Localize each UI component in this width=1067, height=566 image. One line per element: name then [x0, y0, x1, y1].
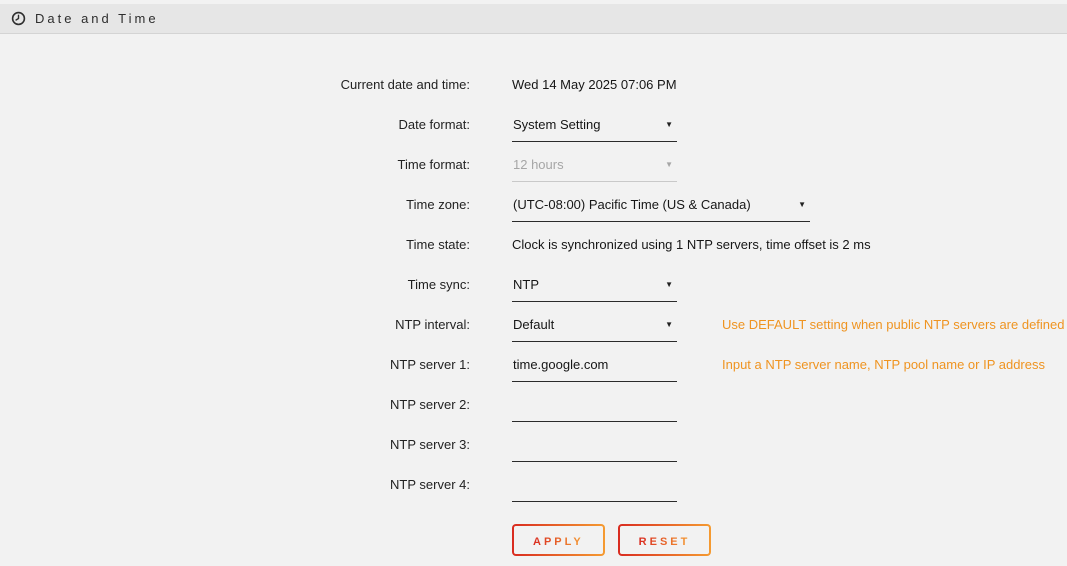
ntp-interval-select[interactable]: Default ▼ — [512, 316, 677, 342]
select-value: System Setting — [513, 116, 600, 133]
reset-button[interactable]: RESET — [618, 524, 712, 556]
field-label: Current date and time: — [0, 76, 470, 105]
ntp-server-3-input[interactable] — [512, 436, 677, 462]
ntp-interval-row: NTP interval: Default ▼ Use DEFAULT sett… — [0, 305, 1067, 345]
current-datetime-row: Current date and time: Wed 14 May 2025 0… — [0, 65, 1067, 105]
time-sync-select[interactable]: NTP ▼ — [512, 276, 677, 302]
reset-button-label: RESET — [639, 536, 691, 548]
current-datetime-value: Wed 14 May 2025 07:06 PM — [512, 76, 677, 93]
ntp-interval-hint: Use DEFAULT setting when public NTP serv… — [722, 316, 1065, 333]
field-label: NTP interval: — [0, 316, 470, 345]
field-label: Date format: — [0, 116, 470, 145]
field-label: NTP server 4: — [0, 476, 470, 505]
field-label: Time zone: — [0, 196, 470, 225]
time-state-value: Clock is synchronized using 1 NTP server… — [512, 236, 871, 253]
field-label: Time sync: — [0, 276, 470, 305]
apply-button-label: APPLY — [533, 536, 584, 548]
chevron-down-icon: ▼ — [665, 156, 675, 173]
select-value: (UTC-08:00) Pacific Time (US & Canada) — [513, 196, 751, 213]
select-value: NTP — [513, 276, 539, 293]
time-format-select: 12 hours ▼ — [512, 156, 677, 182]
date-format-select[interactable]: System Setting ▼ — [512, 116, 677, 142]
chevron-down-icon: ▼ — [665, 276, 675, 293]
ntp-server-2-input[interactable] — [512, 396, 677, 422]
ntp-server-2-row: NTP server 2: — [0, 385, 1067, 425]
ntp-server-3-row: NTP server 3: — [0, 425, 1067, 465]
select-value: 12 hours — [513, 156, 564, 173]
ntp-server-1-input[interactable] — [512, 356, 677, 382]
date-time-form: Current date and time: Wed 14 May 2025 0… — [0, 34, 1067, 556]
form-actions: APPLY RESET — [512, 524, 1067, 556]
time-sync-row: Time sync: NTP ▼ — [0, 265, 1067, 305]
field-label: Time state: — [0, 236, 470, 265]
section-header: Date and Time — [0, 4, 1067, 34]
date-time-settings-page: Date and Time Current date and time: Wed… — [0, 4, 1067, 566]
clock-icon — [11, 11, 26, 26]
timezone-row: Time zone: (UTC-08:00) Pacific Time (US … — [0, 185, 1067, 225]
ntp-server-hint: Input a NTP server name, NTP pool name o… — [722, 356, 1045, 373]
ntp-server-1-row: NTP server 1: Input a NTP server name, N… — [0, 345, 1067, 385]
page-title: Date and Time — [35, 11, 159, 26]
time-state-row: Time state: Clock is synchronized using … — [0, 225, 1067, 265]
field-label: NTP server 3: — [0, 436, 470, 465]
field-label: NTP server 1: — [0, 356, 470, 385]
date-format-row: Date format: System Setting ▼ — [0, 105, 1067, 145]
field-label: Time format: — [0, 156, 470, 185]
timezone-select[interactable]: (UTC-08:00) Pacific Time (US & Canada) ▼ — [512, 196, 810, 222]
ntp-server-4-row: NTP server 4: — [0, 465, 1067, 505]
select-value: Default — [513, 316, 554, 333]
chevron-down-icon: ▼ — [665, 316, 675, 333]
field-label: NTP server 2: — [0, 396, 470, 425]
ntp-server-4-input[interactable] — [512, 476, 677, 502]
time-format-row: Time format: 12 hours ▼ — [0, 145, 1067, 185]
apply-button[interactable]: APPLY — [512, 524, 605, 556]
chevron-down-icon: ▼ — [665, 116, 675, 133]
chevron-down-icon: ▼ — [798, 196, 808, 213]
